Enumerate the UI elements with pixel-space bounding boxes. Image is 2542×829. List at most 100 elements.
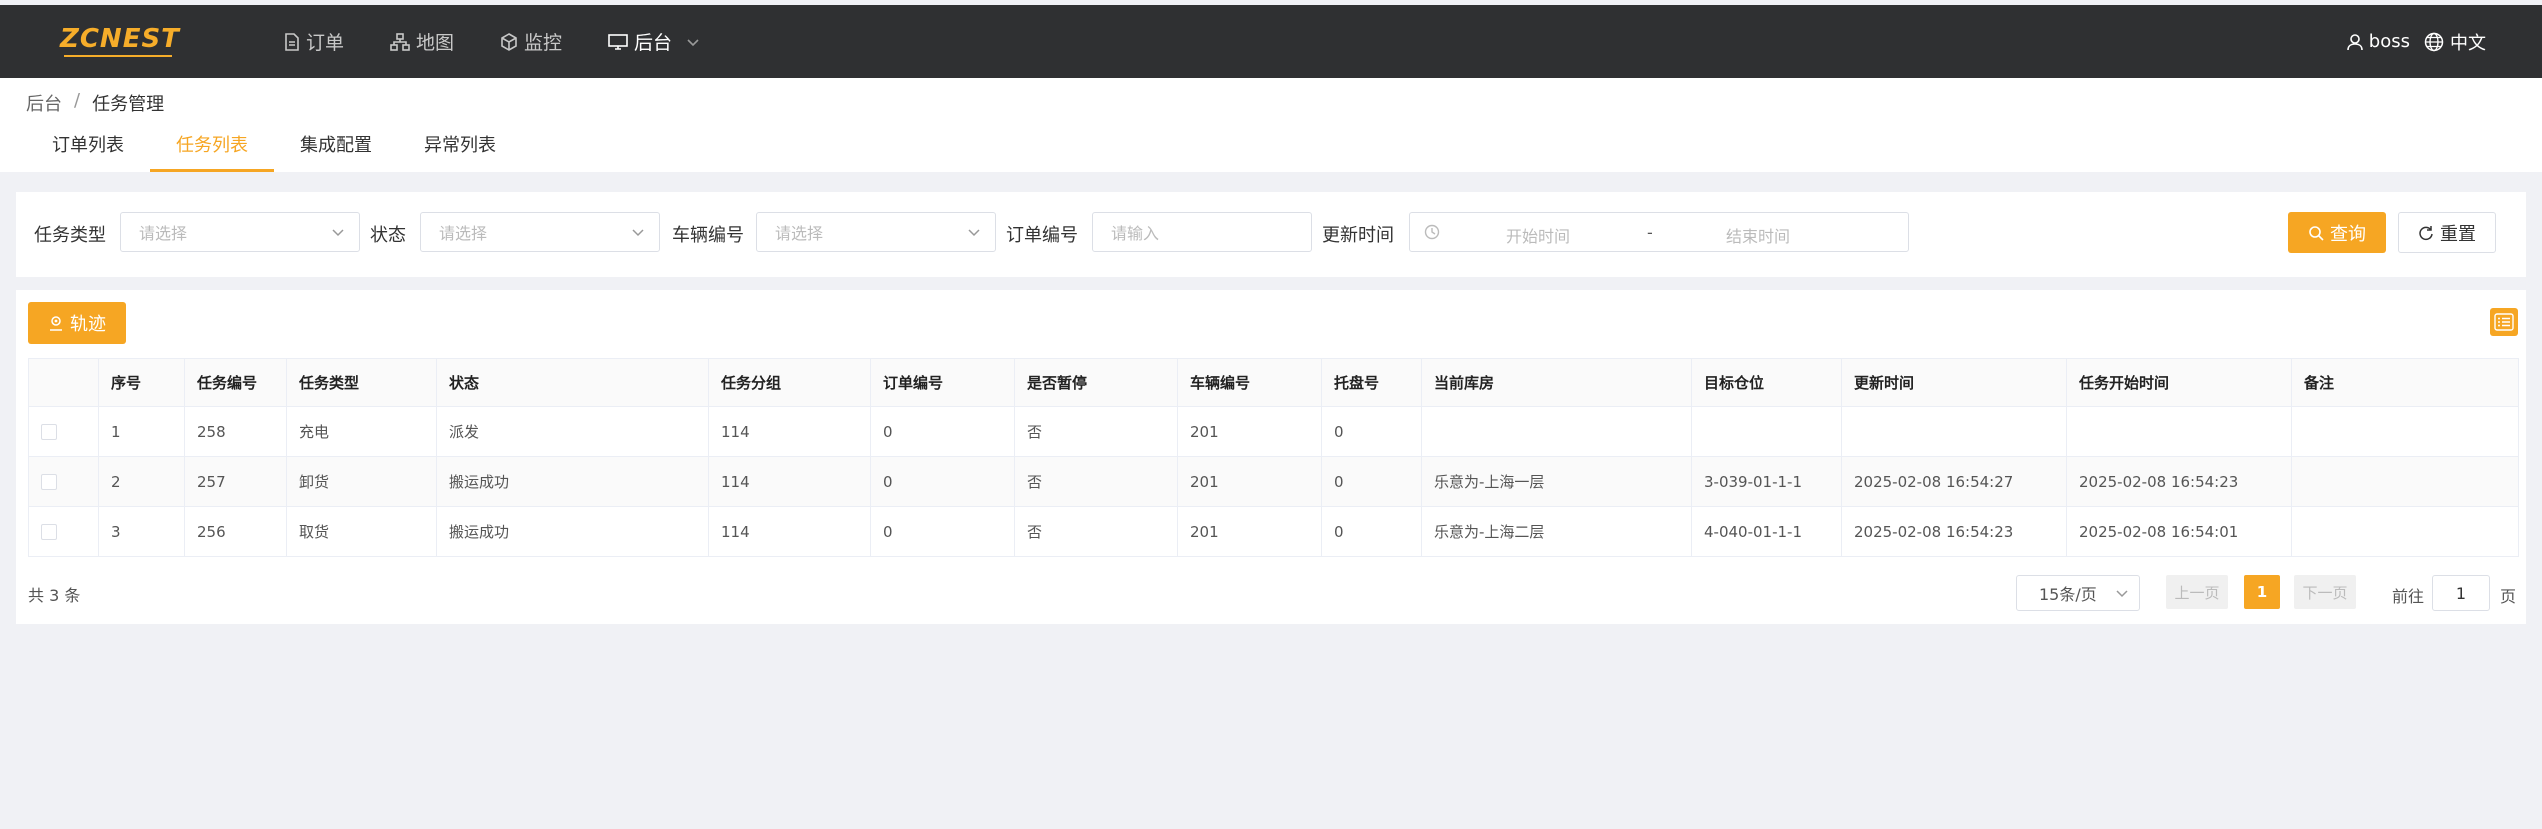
page-header: 后台 / 任务管理 订单列表 任务列表 集成配置 异常列表 bbox=[0, 78, 2542, 172]
vehicle-placeholder: 请选择 bbox=[775, 224, 824, 243]
col-header: 托盘号 bbox=[1321, 358, 1422, 407]
nav-item-monitor[interactable]: 监控 bbox=[500, 28, 562, 55]
tab-exception-list[interactable]: 异常列表 bbox=[398, 126, 522, 172]
logo-underline bbox=[64, 55, 172, 57]
table-cell: 114 bbox=[708, 506, 871, 557]
table-row[interactable]: 3 256 取货 搬运成功 114 0 否 201 0 乐意为-上海二层 4-0… bbox=[28, 506, 2519, 557]
table-cell: 0 bbox=[1321, 456, 1422, 507]
breadcrumb-current: 任务管理 bbox=[92, 94, 165, 115]
col-header: 任务分组 bbox=[708, 358, 871, 407]
globe-icon bbox=[2424, 32, 2444, 51]
table-cell: 257 bbox=[184, 456, 287, 507]
row-checkbox[interactable] bbox=[41, 524, 57, 540]
page-size-value: 15条/页 bbox=[2039, 585, 2097, 604]
tab-integration-config[interactable]: 集成配置 bbox=[274, 126, 398, 172]
reset-button[interactable]: 重置 bbox=[2398, 212, 2496, 253]
col-header-select bbox=[28, 358, 99, 407]
next-page-button[interactable]: 下一页 bbox=[2294, 575, 2356, 609]
order-input[interactable]: 请输入 bbox=[1092, 212, 1312, 252]
monitor-icon bbox=[608, 33, 628, 50]
table-cell: 2025-02-08 16:54:23 bbox=[1841, 506, 2067, 557]
table-cell bbox=[1421, 406, 1692, 457]
row-checkbox[interactable] bbox=[41, 474, 57, 490]
table-row[interactable]: 1 258 充电 派发 114 0 否 201 0 bbox=[28, 406, 2519, 457]
table-row[interactable]: 2 257 卸货 搬运成功 114 0 否 201 0 乐意为-上海一层 3-0… bbox=[28, 456, 2519, 507]
col-header: 车辆编号 bbox=[1177, 358, 1322, 407]
table-cell: 乐意为-上海一层 bbox=[1421, 456, 1692, 507]
prev-page-button[interactable]: 上一页 bbox=[2166, 575, 2228, 609]
col-header: 目标仓位 bbox=[1691, 358, 1842, 407]
vehicle-label: 车辆编号 bbox=[672, 225, 744, 246]
task-type-select[interactable]: 请选择 bbox=[120, 212, 360, 252]
table-cell: 0 bbox=[870, 406, 1015, 457]
update-time-label: 更新时间 bbox=[1322, 225, 1394, 246]
chevron-down-icon bbox=[2116, 590, 2128, 598]
table-cell: 2 bbox=[98, 456, 185, 507]
top-right-menu: boss 中文 bbox=[2333, 5, 2486, 78]
col-header: 当前库房 bbox=[1421, 358, 1692, 407]
col-header: 序号 bbox=[98, 358, 185, 407]
goto-page-input[interactable]: 1 bbox=[2432, 575, 2490, 611]
nav-item-backend[interactable]: 后台 bbox=[608, 28, 700, 55]
date-range-separator: - bbox=[1647, 223, 1653, 242]
table-cell: 0 bbox=[870, 506, 1015, 557]
table-cell: 0 bbox=[870, 456, 1015, 507]
col-header: 状态 bbox=[436, 358, 709, 407]
page-size-select[interactable]: 15条/页 bbox=[2016, 575, 2140, 611]
nav-item-map[interactable]: 地图 bbox=[390, 28, 454, 55]
order-label: 订单编号 bbox=[1006, 225, 1078, 246]
table-cell: 派发 bbox=[436, 406, 709, 457]
status-select[interactable]: 请选择 bbox=[420, 212, 660, 252]
tab-order-list[interactable]: 订单列表 bbox=[26, 126, 150, 172]
track-button[interactable]: 轨迹 bbox=[28, 302, 126, 344]
table-cell: 0 bbox=[1321, 406, 1422, 457]
task-table: 序号 任务编号 任务类型 状态 任务分组 订单编号 是否暂停 车辆编号 托盘号 … bbox=[28, 358, 2519, 557]
nav-item-label: 后台 bbox=[634, 32, 673, 54]
current-page-button[interactable]: 1 bbox=[2244, 575, 2280, 609]
table-cell bbox=[2291, 456, 2519, 507]
track-icon bbox=[50, 316, 62, 331]
column-settings-toggle[interactable] bbox=[2490, 308, 2518, 336]
table-cell bbox=[1841, 406, 2067, 457]
nav-item-orders[interactable]: 订单 bbox=[284, 28, 344, 55]
table-cell: 充电 bbox=[286, 406, 437, 457]
task-table-panel: 轨迹 序号 任务编号 任务类型 状态 任务分组 订单编号 是否暂停 车辆编号 托… bbox=[16, 290, 2526, 624]
row-checkbox[interactable] bbox=[41, 424, 57, 440]
row-select-cell bbox=[28, 406, 99, 457]
start-time-input[interactable]: 开始时间 bbox=[1506, 223, 1570, 247]
breadcrumb-root[interactable]: 后台 bbox=[26, 90, 62, 116]
table-cell: 201 bbox=[1177, 456, 1322, 507]
logo[interactable]: ZCNEST bbox=[60, 24, 180, 59]
order-placeholder: 请输入 bbox=[1111, 224, 1160, 243]
table-cell: 取货 bbox=[286, 506, 437, 557]
table-cell bbox=[2291, 506, 2519, 557]
col-header: 是否暂停 bbox=[1014, 358, 1178, 407]
query-button[interactable]: 查询 bbox=[2288, 212, 2386, 253]
breadcrumb: 后台 / 任务管理 bbox=[26, 90, 164, 116]
document-icon bbox=[285, 32, 299, 51]
date-range-picker[interactable]: 开始时间 - 结束时间 bbox=[1409, 212, 1909, 252]
table-cell: 2025-02-08 16:54:23 bbox=[2066, 456, 2292, 507]
table-cell bbox=[2066, 406, 2292, 457]
chevron-down-icon bbox=[968, 229, 980, 237]
task-type-label: 任务类型 bbox=[34, 225, 106, 246]
cube-icon bbox=[501, 32, 517, 51]
table-cell: 201 bbox=[1177, 506, 1322, 557]
col-header: 备注 bbox=[2291, 358, 2519, 407]
goto-label: 前往 bbox=[2392, 587, 2425, 606]
pagination: 15条/页 上一页 1 下一页 前往 1 页 bbox=[16, 575, 2526, 611]
col-header: 任务编号 bbox=[184, 358, 287, 407]
user-menu[interactable]: boss bbox=[2346, 31, 2410, 52]
table-cell: 3 bbox=[98, 506, 185, 557]
table-cell: 3-039-01-1-1 bbox=[1691, 456, 1842, 507]
table-cell: 否 bbox=[1014, 456, 1178, 507]
track-button-label: 轨迹 bbox=[70, 314, 106, 335]
refresh-icon bbox=[2419, 225, 2433, 240]
end-time-input[interactable]: 结束时间 bbox=[1726, 223, 1790, 247]
nav-item-label: 地图 bbox=[416, 32, 455, 54]
tab-task-list[interactable]: 任务列表 bbox=[150, 126, 274, 172]
logo-text: ZCNEST bbox=[60, 24, 180, 54]
vehicle-select[interactable]: 请选择 bbox=[756, 212, 996, 252]
language-switch[interactable]: 中文 bbox=[2424, 29, 2486, 55]
nav-item-label: 监控 bbox=[524, 32, 563, 54]
